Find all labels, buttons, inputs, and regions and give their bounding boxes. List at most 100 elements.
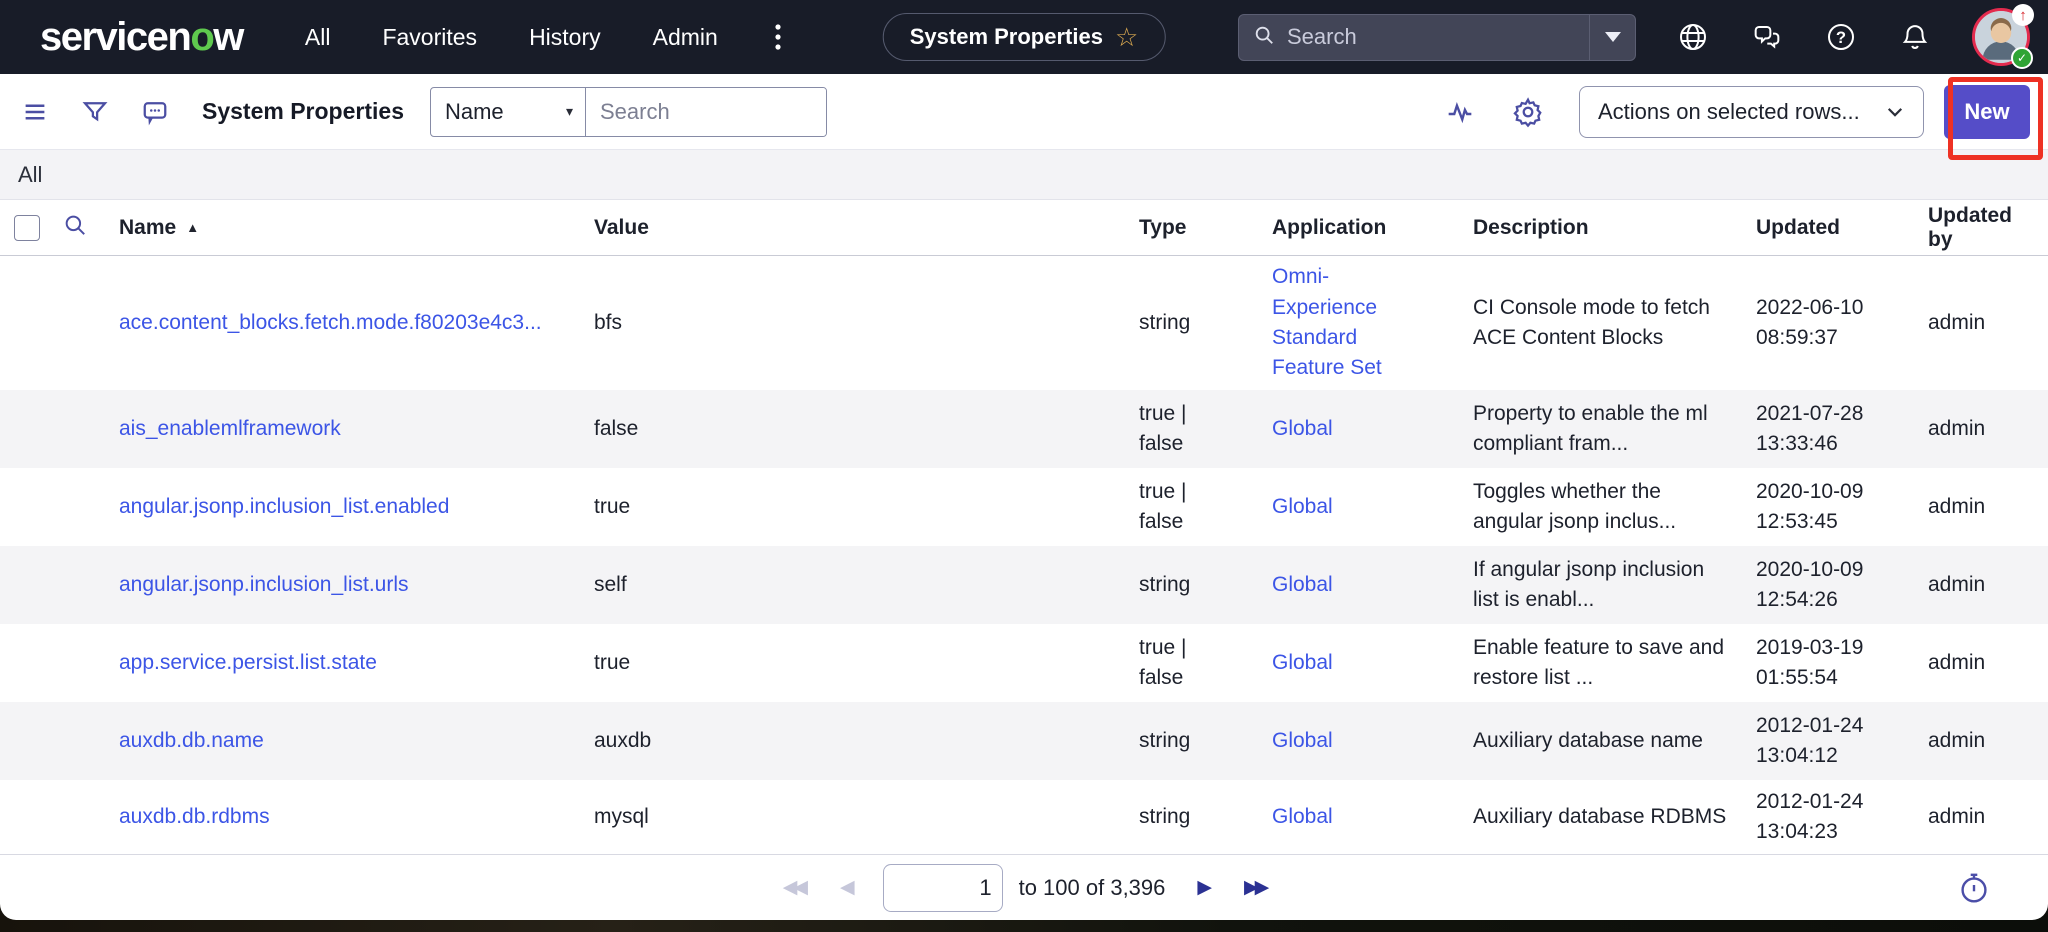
property-description: Property to enable the ml compliant fram… bbox=[1473, 399, 1728, 460]
application-link[interactable]: Global bbox=[1272, 414, 1333, 444]
property-name-link[interactable]: angular.jsonp.inclusion_list.enabled bbox=[119, 495, 449, 518]
property-type: string bbox=[1139, 308, 1190, 338]
toolbar-right-controls: Actions on selected rows... New bbox=[1443, 85, 2038, 139]
column-header-description[interactable]: Description bbox=[1473, 216, 1756, 240]
list-toolbar: System Properties Name ▾ Actions on sele… bbox=[0, 74, 2048, 150]
property-name-link[interactable]: app.service.persist.list.state bbox=[119, 651, 377, 674]
table-row[interactable]: auxdb.db.name auxdb string Global Auxili… bbox=[0, 702, 2048, 780]
application-link[interactable]: Global bbox=[1272, 492, 1333, 522]
column-search-icon[interactable] bbox=[62, 212, 88, 243]
property-value: mysql bbox=[594, 805, 649, 828]
actions-on-selected-rows-dropdown[interactable]: Actions on selected rows... bbox=[1579, 86, 1924, 138]
chat-icon[interactable] bbox=[1750, 20, 1784, 54]
servicenow-logo[interactable]: servicenow bbox=[40, 15, 243, 60]
table-row[interactable]: angular.jsonp.inclusion_list.urls self s… bbox=[0, 546, 2048, 624]
application-link[interactable]: Global bbox=[1272, 570, 1333, 600]
servicenow-app: servicenow All Favorites History Admin S… bbox=[0, 0, 2048, 932]
dropdown-arrow-icon bbox=[1605, 32, 1621, 42]
next-page-button[interactable]: ▶ bbox=[1193, 872, 1212, 903]
application-link[interactable]: Omni-Experience Standard Feature Set bbox=[1272, 262, 1382, 384]
list-search-input[interactable] bbox=[586, 88, 826, 136]
main-menu: All Favorites History Admin bbox=[305, 18, 786, 56]
row-controls bbox=[0, 702, 119, 780]
help-icon[interactable]: ? bbox=[1824, 20, 1858, 54]
updated-timestamp: 2022-06-10 08:59:37 bbox=[1756, 293, 1881, 354]
property-type: string bbox=[1139, 802, 1190, 832]
column-header-type[interactable]: Type bbox=[1139, 216, 1272, 240]
table-row[interactable]: ais_enablemlframework false true | false… bbox=[0, 390, 2048, 468]
property-value: false bbox=[594, 417, 638, 440]
menu-item-all[interactable]: All bbox=[305, 24, 331, 51]
list-comments-icon[interactable] bbox=[138, 95, 172, 129]
breadcrumb-all[interactable]: All bbox=[18, 162, 42, 188]
previous-page-button[interactable]: ◀ bbox=[836, 872, 855, 903]
sort-ascending-icon: ▲ bbox=[186, 220, 199, 235]
application-link[interactable]: Global bbox=[1272, 802, 1333, 832]
user-avatar[interactable]: ↑ ✓ bbox=[1972, 8, 2030, 66]
list-footer: ◀◀ ◀ to 100 of 3,396 ▶ ▶▶ bbox=[0, 854, 2048, 920]
property-name-link[interactable]: auxdb.db.name bbox=[119, 729, 264, 752]
pagination-range-text: to 100 of 3,396 bbox=[1019, 875, 1166, 901]
last-page-button[interactable]: ▶▶ bbox=[1240, 872, 1269, 903]
global-search-input[interactable] bbox=[1287, 24, 1575, 50]
svg-text:?: ? bbox=[1836, 28, 1846, 47]
application-link[interactable]: Global bbox=[1272, 648, 1333, 678]
search-scope-dropdown[interactable] bbox=[1589, 15, 1635, 60]
pinned-tab-system-properties[interactable]: System Properties ☆ bbox=[883, 13, 1166, 61]
table-row[interactable]: angular.jsonp.inclusion_list.enabled tru… bbox=[0, 468, 2048, 546]
updated-by: admin bbox=[1928, 651, 1985, 674]
response-time-clock-icon[interactable] bbox=[1956, 870, 1992, 906]
column-header-name[interactable]: Name▲ bbox=[119, 216, 594, 240]
row-controls bbox=[0, 256, 119, 390]
property-type: string bbox=[1139, 570, 1190, 600]
search-field-selector[interactable]: Name ▾ bbox=[431, 88, 586, 136]
property-value: bfs bbox=[594, 311, 622, 334]
menu-item-admin[interactable]: Admin bbox=[653, 24, 718, 51]
property-name-link[interactable]: auxdb.db.rdbms bbox=[119, 805, 270, 828]
online-status-badge: ✓ bbox=[2011, 47, 2033, 69]
list-menu-hamburger-icon[interactable] bbox=[18, 95, 52, 129]
impersonation-arrow-badge: ↑ bbox=[2012, 4, 2034, 26]
list-settings-gear-icon[interactable] bbox=[1511, 95, 1545, 129]
column-header-updated[interactable]: Updated bbox=[1756, 216, 1928, 240]
property-name-link[interactable]: ace.content_blocks.fetch.mode.f80203e4c3… bbox=[119, 311, 542, 334]
property-name-link[interactable]: angular.jsonp.inclusion_list.urls bbox=[119, 573, 409, 596]
application-link[interactable]: Global bbox=[1272, 726, 1333, 756]
menu-item-history[interactable]: History bbox=[529, 24, 601, 51]
column-header-updated-by[interactable]: Updated by bbox=[1928, 204, 2048, 252]
notifications-bell-icon[interactable] bbox=[1898, 20, 1932, 54]
property-type: true | false bbox=[1139, 399, 1211, 460]
table-row[interactable]: ace.content_blocks.fetch.mode.f80203e4c3… bbox=[0, 256, 2048, 390]
updated-by: admin bbox=[1928, 417, 1985, 440]
property-description: Auxiliary database RDBMS bbox=[1473, 802, 1726, 832]
table-row[interactable]: app.service.persist.list.state true true… bbox=[0, 624, 2048, 702]
page-number-input[interactable] bbox=[883, 864, 1003, 912]
table-row[interactable]: auxdb.db.rdbms mysql string Global Auxil… bbox=[0, 780, 2048, 854]
property-description: CI Console mode to fetch ACE Content Blo… bbox=[1473, 293, 1728, 354]
first-page-button[interactable]: ◀◀ bbox=[779, 872, 808, 903]
row-controls bbox=[0, 546, 119, 624]
globe-icon[interactable] bbox=[1676, 20, 1710, 54]
column-header-value[interactable]: Value bbox=[594, 216, 1139, 240]
activity-pulse-icon[interactable] bbox=[1443, 95, 1477, 129]
table-body: ace.content_blocks.fetch.mode.f80203e4c3… bbox=[0, 256, 2048, 854]
search-icon bbox=[1253, 24, 1275, 51]
global-search bbox=[1238, 14, 1636, 61]
property-type: true | false bbox=[1139, 633, 1211, 694]
property-description: If angular jsonp inclusion list is enabl… bbox=[1473, 555, 1728, 616]
property-description: Toggles whether the angular jsonp inclus… bbox=[1473, 477, 1728, 538]
filter-icon[interactable] bbox=[78, 95, 112, 129]
property-value: true bbox=[594, 651, 630, 674]
more-options-icon[interactable] bbox=[770, 18, 786, 56]
pagination: ◀◀ ◀ to 100 of 3,396 ▶ ▶▶ bbox=[779, 864, 1270, 912]
property-name-link[interactable]: ais_enablemlframework bbox=[119, 417, 341, 440]
updated-timestamp: 2012-01-24 13:04:23 bbox=[1756, 787, 1881, 848]
property-type: string bbox=[1139, 726, 1190, 756]
column-header-application[interactable]: Application bbox=[1272, 216, 1473, 240]
favorite-star-icon[interactable]: ☆ bbox=[1115, 24, 1138, 50]
property-value: true bbox=[594, 495, 630, 518]
menu-item-favorites[interactable]: Favorites bbox=[382, 24, 477, 51]
new-button[interactable]: New bbox=[1944, 85, 2030, 139]
breadcrumb: All bbox=[0, 150, 2048, 200]
select-all-checkbox[interactable] bbox=[14, 215, 40, 241]
